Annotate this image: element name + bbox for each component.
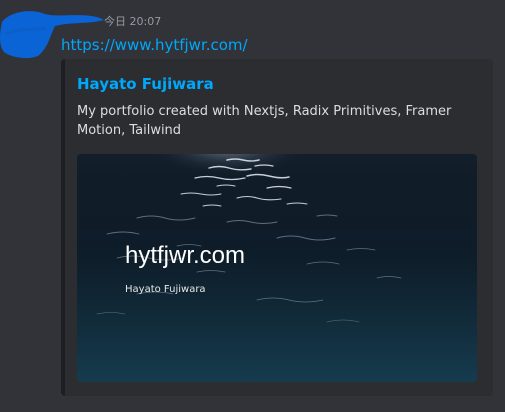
link-embed: Hayato Fujiwara My portfolio created wit… [61, 59, 493, 396]
embed-description: My portfolio created with Nextjs, Radix … [77, 104, 452, 138]
message-timestamp: 今日 20:07 [104, 15, 162, 28]
message-link[interactable]: https://www.hytfjwr.com/ [61, 35, 248, 55]
embed-preview-image[interactable]: hytfjwr.com Hayato Fujiwara [77, 154, 477, 382]
preview-author-name: Hayato Fujiwara [125, 284, 206, 295]
embed-title-link[interactable]: Hayato Fujiwara [77, 74, 214, 94]
preview-site-name: hytfjwr.com [125, 242, 246, 269]
